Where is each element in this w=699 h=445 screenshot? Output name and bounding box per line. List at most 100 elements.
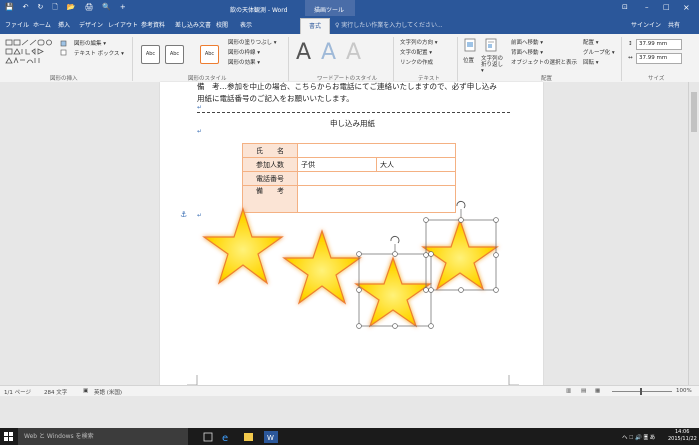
group-button[interactable]: グループ化 ▾ bbox=[583, 48, 615, 56]
search-placeholder: Web と Windows を検索 bbox=[24, 433, 94, 440]
tab-mailings[interactable]: 差し込み文書 bbox=[175, 20, 211, 29]
vertical-scrollbar[interactable] bbox=[688, 82, 699, 385]
group-separator bbox=[457, 37, 458, 81]
table-row: 氏 名 bbox=[242, 143, 456, 158]
taskbar-search-box[interactable]: Web と Windows を検索 bbox=[18, 428, 188, 445]
page-count[interactable]: 1/1 ページ bbox=[4, 388, 31, 396]
zoom-level[interactable]: 100% bbox=[676, 388, 692, 394]
tab-view[interactable]: 表示 bbox=[240, 20, 252, 29]
redo-icon[interactable]: ↻ bbox=[37, 3, 43, 11]
new-document-icon[interactable]: 🗋 bbox=[52, 3, 58, 14]
shape-height-input[interactable]: 37.99 mm bbox=[636, 39, 682, 50]
anchor-icon[interactable]: ⚓ bbox=[180, 210, 187, 219]
send-backward-button[interactable]: 背面へ移動 ▾ bbox=[511, 48, 543, 56]
paragraph-mark: ↵ bbox=[197, 104, 203, 111]
tab-file[interactable]: ファイル bbox=[5, 20, 29, 29]
table-cell[interactable] bbox=[297, 171, 456, 186]
tab-home[interactable]: ホーム bbox=[33, 20, 51, 29]
height-icon: ↕ bbox=[628, 41, 633, 47]
table-cell[interactable]: 参加人数 bbox=[242, 157, 298, 172]
edit-shape-button[interactable]: 図形の編集 ▾ bbox=[74, 39, 106, 47]
open-folder-icon[interactable]: 📂 bbox=[67, 3, 76, 11]
bring-forward-button[interactable]: 前面へ移動 ▾ bbox=[511, 38, 543, 46]
position-icon[interactable] bbox=[464, 38, 476, 52]
language-indicator[interactable]: 英語 (米国) bbox=[94, 388, 122, 396]
read-mode-button[interactable]: ▥ bbox=[566, 388, 571, 394]
print-preview-icon[interactable]: 🔍 bbox=[102, 3, 111, 11]
wrap-text-icon[interactable] bbox=[485, 38, 497, 52]
table-cell[interactable]: 電話番号 bbox=[242, 171, 298, 186]
tab-design[interactable]: デザイン bbox=[79, 20, 103, 29]
shapes-gallery-icon[interactable] bbox=[5, 38, 71, 68]
wordart-style-1[interactable]: A bbox=[296, 40, 311, 66]
rotate-button[interactable]: 回転 ▾ bbox=[583, 58, 599, 66]
table-cell[interactable]: 大人 bbox=[376, 157, 456, 172]
wordart-style-3[interactable]: A bbox=[346, 40, 361, 66]
shape-style-2[interactable]: Abc bbox=[165, 45, 184, 64]
windows-start-icon[interactable] bbox=[4, 432, 13, 441]
web-layout-button[interactable]: ▦ bbox=[595, 388, 600, 394]
form-title: 申し込み用紙 bbox=[330, 119, 375, 128]
group-separator bbox=[393, 37, 394, 81]
tell-me-search[interactable]: ♀ 実行したい作業を入力してください... bbox=[335, 20, 443, 29]
wrap-text-button[interactable]: 文字列の折り返し ▾ bbox=[481, 56, 507, 74]
minimize-button[interactable]: – bbox=[645, 3, 649, 11]
width-icon: ↔ bbox=[628, 55, 633, 61]
wordart-style-2[interactable]: A bbox=[321, 40, 336, 66]
close-button[interactable]: × bbox=[683, 3, 690, 12]
create-link-button[interactable]: リンクの作成 bbox=[400, 58, 433, 66]
shape-effects-button[interactable]: 図形の効果 ▾ bbox=[228, 58, 260, 66]
task-view-icon[interactable] bbox=[203, 432, 213, 442]
tab-layout[interactable]: レイアウト bbox=[108, 20, 138, 29]
clock-time[interactable]: 14:06 bbox=[675, 429, 689, 435]
tab-review[interactable]: 校閲 bbox=[216, 20, 228, 29]
star-shape-2[interactable] bbox=[282, 229, 362, 305]
star-shape-1[interactable] bbox=[202, 207, 284, 285]
group-separator bbox=[288, 37, 289, 81]
tab-format[interactable]: 書式 bbox=[300, 18, 331, 35]
zoom-slider[interactable] bbox=[612, 391, 672, 392]
star-shape-4[interactable] bbox=[421, 218, 499, 291]
shape-style-1[interactable]: Abc bbox=[141, 45, 160, 64]
svg-text:W: W bbox=[267, 434, 274, 442]
draw-textbox-button[interactable]: テキスト ボックス ▾ bbox=[74, 49, 124, 57]
shape-fill-button[interactable]: 図形の塗りつぶし ▾ bbox=[228, 38, 277, 46]
shape-outline-button[interactable]: 図形の枠線 ▾ bbox=[228, 48, 260, 56]
doc-text-line-1: 備 考…参加を中止の場合、こちらからお電話にてご連絡いたしますので、必ず申し込み bbox=[197, 82, 497, 91]
text-direction-button[interactable]: 文字列の方向 ▾ bbox=[400, 38, 438, 46]
clock-date[interactable]: 2015/11/22 bbox=[668, 436, 697, 442]
ribbon-tabs: ファイル ホーム 挿入 デザイン レイアウト 参考資料 差し込み文書 校閲 表示… bbox=[0, 16, 699, 35]
system-tray[interactable]: ヘ 🗆 🔊 🗏 あ bbox=[622, 433, 655, 443]
table-cell[interactable]: 子供 bbox=[297, 157, 377, 172]
undo-icon[interactable]: ↶ bbox=[23, 3, 29, 11]
file-explorer-icon[interactable] bbox=[244, 433, 253, 441]
align-text-button[interactable]: 文字の配置 ▾ bbox=[400, 48, 432, 56]
signin-link[interactable]: サインイン bbox=[631, 20, 661, 29]
tab-insert[interactable]: 挿入 bbox=[58, 20, 70, 29]
maximize-button[interactable]: □ bbox=[663, 3, 670, 11]
selection-pane-button[interactable]: オブジェクトの選択と表示 bbox=[511, 58, 577, 66]
group-separator bbox=[132, 37, 133, 81]
print-icon[interactable]: 🖨 bbox=[84, 3, 93, 11]
customize-quick-access-icon[interactable]: + bbox=[120, 3, 126, 11]
zoom-slider-thumb[interactable] bbox=[640, 388, 642, 395]
context-tab-band: 描画ツール bbox=[305, 0, 355, 16]
shape-width-input[interactable]: 37.99 mm bbox=[636, 53, 682, 64]
shape-style-3[interactable]: Abc bbox=[200, 45, 219, 64]
ribbon: 図形の編集 ▾ テキスト ボックス ▾ 図形の挿入 Abc Abc Abc 図形… bbox=[0, 34, 699, 83]
proofing-icon[interactable]: ▣ bbox=[83, 388, 88, 394]
word-count[interactable]: 284 文字 bbox=[44, 388, 67, 396]
position-button[interactable]: 位置 bbox=[463, 56, 474, 64]
ribbon-display-options-icon[interactable]: ⊡ bbox=[622, 3, 628, 11]
print-layout-button[interactable]: ▤ bbox=[581, 388, 586, 394]
edge-browser-icon[interactable]: e bbox=[222, 433, 228, 443]
table-cell[interactable]: 氏 名 bbox=[242, 143, 298, 158]
group-label-size: サイズ bbox=[648, 76, 665, 82]
tab-references[interactable]: 参考資料 bbox=[141, 20, 165, 29]
star-shape-3[interactable] bbox=[354, 256, 432, 328]
share-button[interactable]: 共有 bbox=[668, 20, 680, 29]
scrollbar-thumb[interactable] bbox=[691, 92, 697, 132]
align-button[interactable]: 配置 ▾ bbox=[583, 38, 599, 46]
table-cell[interactable] bbox=[297, 143, 456, 158]
save-icon[interactable]: 💾 bbox=[5, 3, 14, 11]
